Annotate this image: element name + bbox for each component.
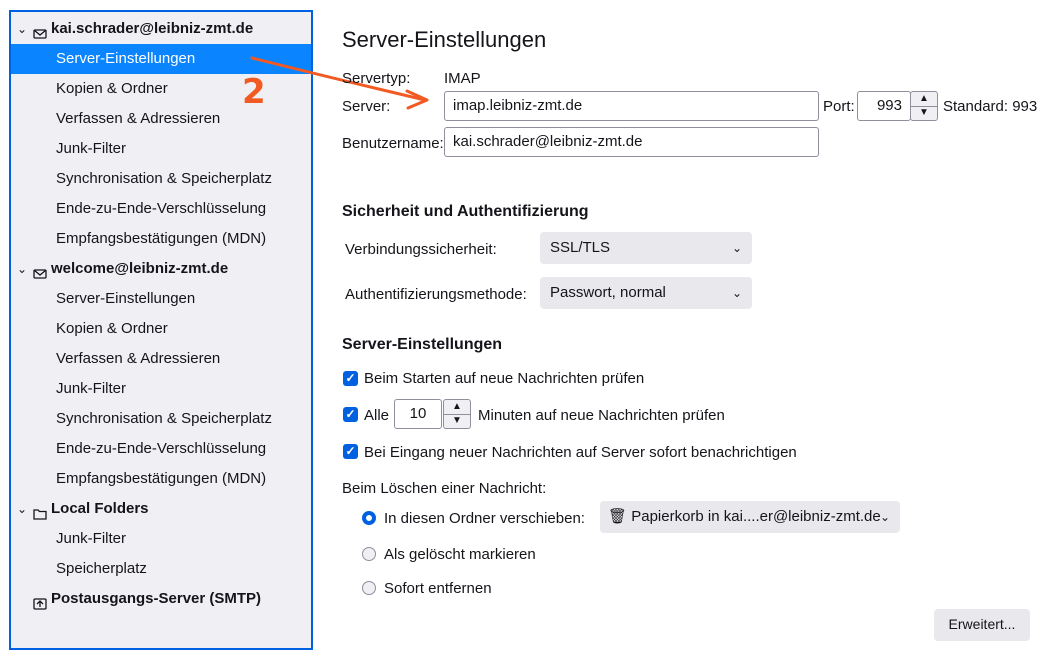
server-settings-pane: Server-Einstellungen Servertyp: IMAP Ser… [342,0,1049,641]
sidebar-item[interactable]: Empfangsbestätigungen (MDN) [11,464,311,494]
conn-security-value: SSL/TLS [550,239,611,256]
remove-radio[interactable] [362,581,376,595]
server-field[interactable]: imap.leibniz-zmt.de [444,91,819,121]
server-settings-heading: Server-Einstellungen [342,336,503,353]
outbox-icon [33,592,47,610]
sidebar-item-label: Empfangsbestätigungen (MDN) [56,230,267,247]
mail-icon [33,22,47,39]
stepper-up-icon[interactable]: ▲ [444,400,470,415]
twisty-expanded-icon[interactable]: ⌄ [17,254,31,284]
sidebar-item[interactable]: Synchronisation & Speicherplatz [11,164,311,194]
check-startup-label: Beim Starten auf neue Nachrichten prüfen [364,370,645,387]
auth-label: Authentifizierungsmethode: [345,286,527,303]
account-settings-tree[interactable]: ⌄ kai.schrader@leibniz-zmt.de Server-Einst… [9,10,313,650]
interval-stepper[interactable]: ▲ ▼ [443,399,471,429]
port-stepper[interactable]: ▲ ▼ [910,91,938,121]
username-label: Benutzername: [342,135,444,152]
move-label: In diesen Ordner verschieben: [384,510,585,527]
folder-icon [33,502,47,520]
smtp-row-label: Postausgangs-Server (SMTP) [51,590,262,607]
mark-deleted-radio[interactable] [362,547,376,561]
auth-value: Passwort, normal [550,284,666,301]
account-row[interactable]: ⌄ welcome@leibniz-zmt.de [11,254,311,284]
advanced-button[interactable]: Erweitert... [934,609,1030,641]
account-row[interactable]: ⌄ Local Folders [11,494,311,524]
sidebar-item[interactable]: Junk-Filter [11,374,311,404]
sidebar-item[interactable]: Ende-zu-Ende-Verschlüsselung [11,434,311,464]
sidebar-item[interactable]: Speicherplatz [11,554,311,584]
stepper-up-icon[interactable]: ▲ [911,92,937,107]
account-row-label: Local Folders [51,500,149,517]
conn-security-label: Verbindungssicherheit: [345,241,497,258]
smtp-row[interactable]: Postausgangs-Server (SMTP) [11,584,311,614]
trash-folder-value: Papierkorb in kai....er@leibniz-zmt.de [631,508,881,525]
sidebar-item-label: Ende-zu-Ende-Verschlüsselung [56,440,267,457]
mark-deleted-label: Als gelöscht markieren [384,546,536,563]
sidebar-item-label: Server-Einstellungen [56,290,196,307]
sidebar-item[interactable]: Verfassen & Adressieren [11,104,311,134]
move-radio[interactable] [362,511,376,525]
sidebar-item[interactable]: Empfangsbestätigungen (MDN) [11,224,311,254]
sidebar-item-label: Junk-Filter [56,530,127,547]
check-startup-checkbox[interactable]: ✓ [343,371,358,386]
sidebar-item-label: Synchronisation & Speicherplatz [56,170,272,187]
trash-icon: 🗑 [608,508,628,525]
sidebar-item[interactable]: Server-Einstellungen [11,44,311,74]
servertype-label: Servertyp: [342,70,411,87]
chevron-down-icon: ⌄ [879,510,890,524]
notify-checkbox[interactable]: ✓ [343,444,358,459]
sidebar-item-label: Verfassen & Adressieren [56,350,221,367]
sidebar-item[interactable]: Synchronisation & Speicherplatz [11,404,311,434]
security-heading: Sicherheit und Authentifizierung [342,203,589,220]
port-label: Port: [823,98,855,115]
twisty-expanded-icon[interactable]: ⌄ [17,494,31,524]
port-default: Standard: 993 [943,98,1038,115]
auth-select[interactable]: Passwort, normal ⌄ [540,277,752,309]
port-field[interactable]: 993 [857,91,911,121]
sidebar-item[interactable]: Kopien & Ordner [11,74,311,104]
servertype-value: IMAP [444,70,481,87]
sidebar-item-label: Speicherplatz [56,560,147,577]
sidebar-item-label: Verfassen & Adressieren [56,110,221,127]
mail-icon [33,262,47,279]
sidebar-item-label: Ende-zu-Ende-Verschlüsselung [56,200,267,217]
server-label: Server: [342,98,391,115]
conn-security-select[interactable]: SSL/TLS ⌄ [540,232,752,264]
check-every-checkbox[interactable]: ✓ [343,407,358,422]
sidebar-item[interactable]: Junk-Filter [11,134,311,164]
sidebar-item[interactable]: Kopien & Ordner [11,314,311,344]
sidebar-item-label: Kopien & Ordner [56,320,168,337]
stepper-down-icon[interactable]: ▼ [911,106,937,120]
account-row[interactable]: ⌄ kai.schrader@leibniz-zmt.de [11,14,311,44]
sidebar-item-label: Empfangsbestätigungen (MDN) [56,470,267,487]
sidebar-item[interactable]: Verfassen & Adressieren [11,344,311,374]
account-row-label: welcome@leibniz-zmt.de [51,260,229,277]
sidebar-item-label: Kopien & Ordner [56,80,168,97]
sidebar-item-label: Junk-Filter [56,140,127,157]
chevron-down-icon: ⌄ [731,286,742,300]
sidebar-item-label: Synchronisation & Speicherplatz [56,410,272,427]
sidebar-item[interactable]: Ende-zu-Ende-Verschlüsselung [11,194,311,224]
check-every-suffix: Minuten auf neue Nachrichten prüfen [478,407,725,424]
username-field[interactable]: kai.schrader@leibniz-zmt.de [444,127,819,157]
check-every-label: Alle [364,407,390,424]
check-interval-field[interactable]: 10 [394,399,442,429]
sidebar-item-label: Junk-Filter [56,380,127,397]
sidebar-item-label: Server-Einstellungen [56,50,196,67]
notify-label: Bei Eingang neuer Nachrichten auf Server… [364,444,797,461]
trash-folder-select[interactable]: 🗑 Papierkorb in kai....er@leibniz-zmt.de… [600,501,900,533]
twisty-expanded-icon[interactable]: ⌄ [17,14,31,44]
page-title: Server-Einstellungen [342,27,547,52]
remove-label: Sofort entfernen [384,580,492,597]
annotation-number: 2 [242,72,266,112]
chevron-down-icon: ⌄ [731,241,742,255]
stepper-down-icon[interactable]: ▼ [444,414,470,428]
account-row-label: kai.schrader@leibniz-zmt.de [51,20,254,37]
sidebar-item[interactable]: Junk-Filter [11,524,311,554]
delete-label: Beim Löschen einer Nachricht: [342,480,547,497]
sidebar-item[interactable]: Server-Einstellungen [11,284,311,314]
